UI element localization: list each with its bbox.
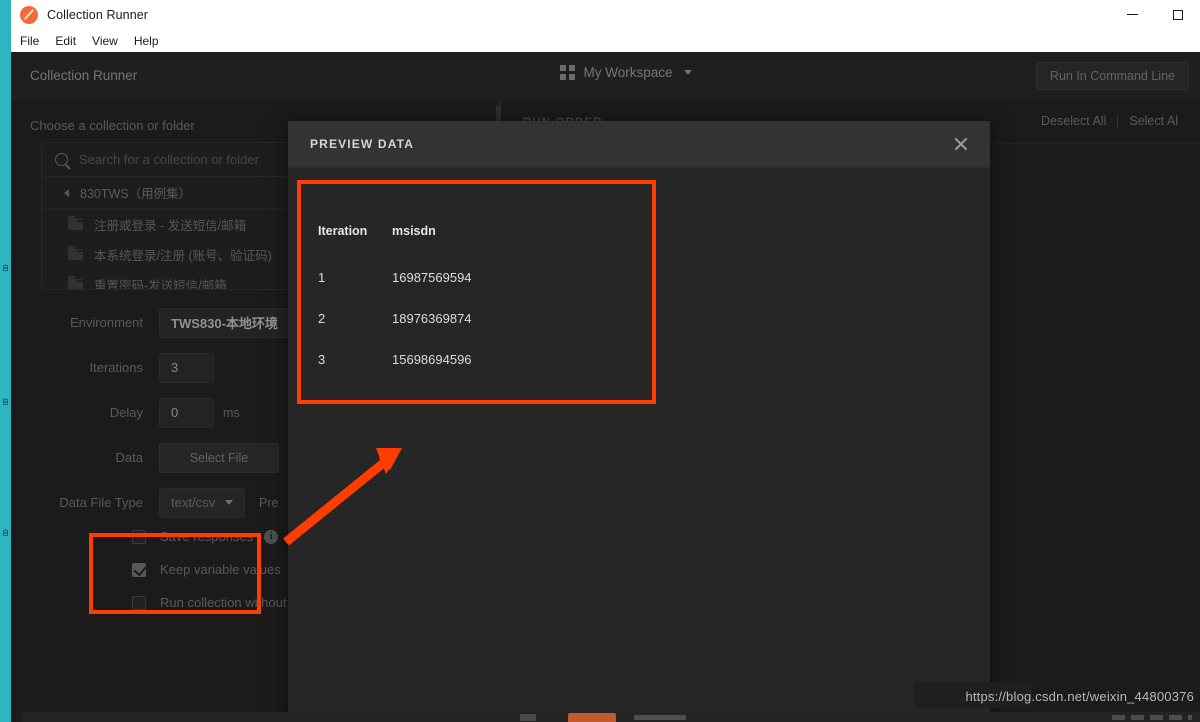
menu-file[interactable]: File: [12, 32, 47, 50]
menu-edit[interactable]: Edit: [47, 32, 84, 50]
table-row: 2 18976369874: [318, 311, 472, 352]
minimize-icon: [1127, 13, 1138, 16]
cell-msisdn: 18976369874: [392, 311, 472, 326]
cell-msisdn: 16987569594: [392, 270, 472, 285]
window-controls: [1110, 0, 1200, 30]
modal-header: PREVIEW DATA: [288, 121, 990, 168]
close-icon[interactable]: [950, 133, 972, 155]
bottom-chip: [520, 714, 536, 721]
menubar: File Edit View Help: [0, 30, 1200, 52]
os-strip-tick: 自: [2, 265, 9, 272]
minimize-button[interactable]: [1110, 0, 1155, 30]
cell-msisdn: 15698694596: [392, 352, 472, 367]
maximize-icon: [1172, 9, 1183, 20]
menu-help[interactable]: Help: [126, 32, 167, 50]
watermark-url: https://blog.csdn.net/weixin_44800376: [965, 689, 1194, 704]
preview-data-modal: PREVIEW DATA Iteration msisdn 1 16987569: [288, 121, 990, 722]
table-row: 3 15698694596: [318, 352, 472, 393]
screen: Collection Runner File Edit View Help Co…: [0, 0, 1200, 722]
modal-title: PREVIEW DATA: [310, 137, 415, 151]
bottom-toolbar: [22, 712, 1200, 722]
window-titlebar: Collection Runner: [0, 0, 1200, 30]
bottom-label-remnant: [634, 715, 686, 720]
menu-view[interactable]: View: [84, 32, 126, 50]
column-header-msisdn: msisdn: [392, 224, 436, 238]
app-body: Collection Runner My Workspace Run In Co…: [11, 52, 1200, 722]
maximize-button[interactable]: [1155, 0, 1200, 30]
os-strip-tick: 自: [2, 530, 9, 537]
cell-iteration: 3: [318, 352, 326, 367]
os-sidebar-strip: 自 自 自: [0, 0, 11, 722]
bottom-status-remnant: [1112, 715, 1192, 720]
run-button-remnant[interactable]: [568, 713, 616, 722]
table-row: 1 16987569594: [318, 270, 472, 311]
window-title: Collection Runner: [47, 7, 149, 22]
os-strip-tick: 自: [2, 399, 9, 406]
preview-data-table: Iteration msisdn 1 16987569594 2 1897636…: [288, 168, 990, 393]
table-header-row: Iteration msisdn: [318, 224, 472, 270]
column-header-iteration: Iteration: [318, 224, 368, 238]
cell-iteration: 2: [318, 311, 326, 326]
postman-logo-icon: [20, 5, 38, 24]
cell-iteration: 1: [318, 270, 326, 285]
